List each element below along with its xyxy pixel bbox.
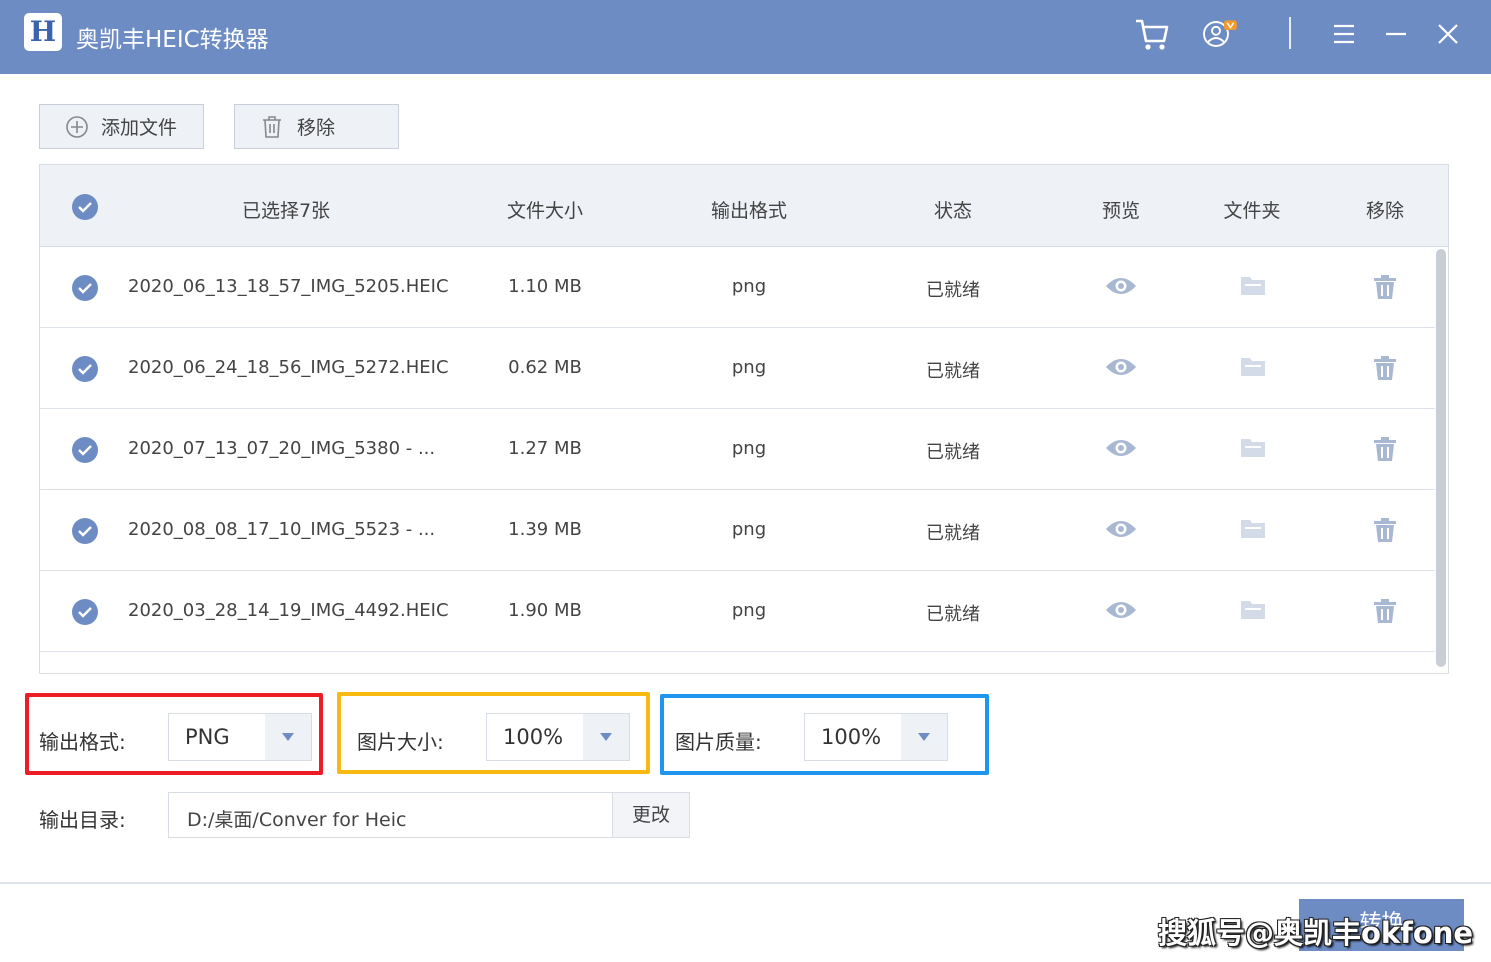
file-name: 2020_03_28_14_19_IMG_4492.HEIC [128,600,449,621]
file-status: 已就绪 [926,280,980,301]
file-size: 1.90 MB [508,600,582,621]
file-table: 已选择7张 文件大小 输出格式 状态 预览 文件夹 移除 2020_06_13_… [39,164,1449,674]
delete-icon[interactable] [1373,355,1397,385]
output-dir-label: 输出目录: [39,808,126,832]
table-row[interactable]: 2020_03_28_14_19_IMG_4492.HEIC 1.90 MB p… [40,571,1435,652]
remove-button[interactable]: 移除 [234,104,399,149]
file-name: 2020_06_24_18_56_IMG_5272.HEIC [128,357,449,378]
eye-icon[interactable] [1105,598,1137,626]
format-highlight-box [25,693,323,775]
table-row[interactable]: 2020_06_24_18_56_IMG_5272.HEIC 0.62 MB p… [40,328,1435,409]
file-name: 2020_06_13_18_57_IMG_5205.HEIC [128,276,449,297]
output-dir-field[interactable]: D:/桌面/Conver for Heic [168,792,613,838]
header-remove: 移除 [1365,200,1405,222]
header-selected-count: 已选择7张 [241,200,331,222]
file-format: png [731,438,767,459]
cart-icon[interactable] [1132,14,1172,54]
add-file-label: 添加文件 [101,117,178,139]
file-size: 1.10 MB [508,276,582,297]
table-row[interactable]: 2020_06_13_18_57_IMG_5205.HEIC 1.10 MB p… [40,247,1435,328]
row-checkbox[interactable] [72,437,98,463]
header-preview: 预览 [1101,200,1141,222]
file-format: png [731,357,767,378]
file-size: 0.62 MB [508,357,582,378]
folder-icon[interactable] [1240,598,1266,624]
file-status: 已就绪 [926,442,980,463]
app-logo: H [24,13,62,51]
footer-divider [0,882,1491,884]
add-file-button[interactable]: 添加文件 [39,104,204,149]
header-output-format: 输出格式 [710,200,788,222]
eye-icon[interactable] [1105,436,1137,464]
plus-circle-icon [65,115,89,139]
quality-highlight-box [660,694,989,775]
eye-icon[interactable] [1105,517,1137,545]
folder-icon[interactable] [1240,355,1266,381]
app-title: 奥凯丰HEIC转换器 [76,27,269,53]
table-row[interactable]: 2020_08_08_17_10_IMG_5523 - ... 1.39 MB … [40,490,1435,571]
watermark-text: 搜狐号@奥凯丰okfone [1158,916,1474,950]
row-checkbox[interactable] [72,599,98,625]
file-status: 已就绪 [926,604,980,625]
file-size: 1.27 MB [508,438,582,459]
minimize-icon[interactable] [1376,14,1416,54]
eye-icon[interactable] [1105,355,1137,383]
close-icon[interactable] [1428,14,1468,54]
row-checkbox[interactable] [72,356,98,382]
file-name: 2020_08_08_17_10_IMG_5523 - ... [128,519,436,540]
header-file-size: 文件大小 [506,200,584,222]
folder-icon[interactable] [1240,436,1266,462]
user-account-icon[interactable] [1200,14,1240,54]
titlebar-divider [1289,17,1291,49]
delete-icon[interactable] [1373,436,1397,466]
table-header: 已选择7张 文件大小 输出格式 状态 预览 文件夹 移除 [40,165,1448,247]
delete-icon[interactable] [1373,517,1397,547]
output-dir-path: D:/桌面/Conver for Heic [187,809,407,831]
delete-icon[interactable] [1373,598,1397,628]
select-all-checkbox[interactable] [72,194,98,220]
file-name: 2020_07_13_07_20_IMG_5380 - ... [128,438,436,459]
delete-icon[interactable] [1373,274,1397,304]
menu-icon[interactable] [1324,14,1364,54]
folder-icon[interactable] [1240,517,1266,543]
header-folder: 文件夹 [1223,200,1281,222]
size-highlight-box [337,692,650,774]
eye-icon[interactable] [1105,274,1137,302]
folder-icon[interactable] [1240,274,1266,300]
title-bar: H 奥凯丰HEIC转换器 [0,0,1491,74]
file-status: 已就绪 [926,361,980,382]
file-size: 1.39 MB [508,519,582,540]
header-status: 状态 [933,200,973,222]
change-dir-button[interactable]: 更改 [612,792,690,838]
file-format: png [731,600,767,621]
remove-label: 移除 [297,117,336,139]
file-format: png [731,276,767,297]
row-checkbox[interactable] [72,518,98,544]
file-status: 已就绪 [926,523,980,544]
scrollbar-thumb[interactable] [1436,249,1446,667]
table-row[interactable]: 2020_07_13_07_20_IMG_5380 - ... 1.27 MB … [40,409,1435,490]
row-checkbox[interactable] [72,275,98,301]
file-format: png [731,519,767,540]
trash-icon [261,115,283,139]
